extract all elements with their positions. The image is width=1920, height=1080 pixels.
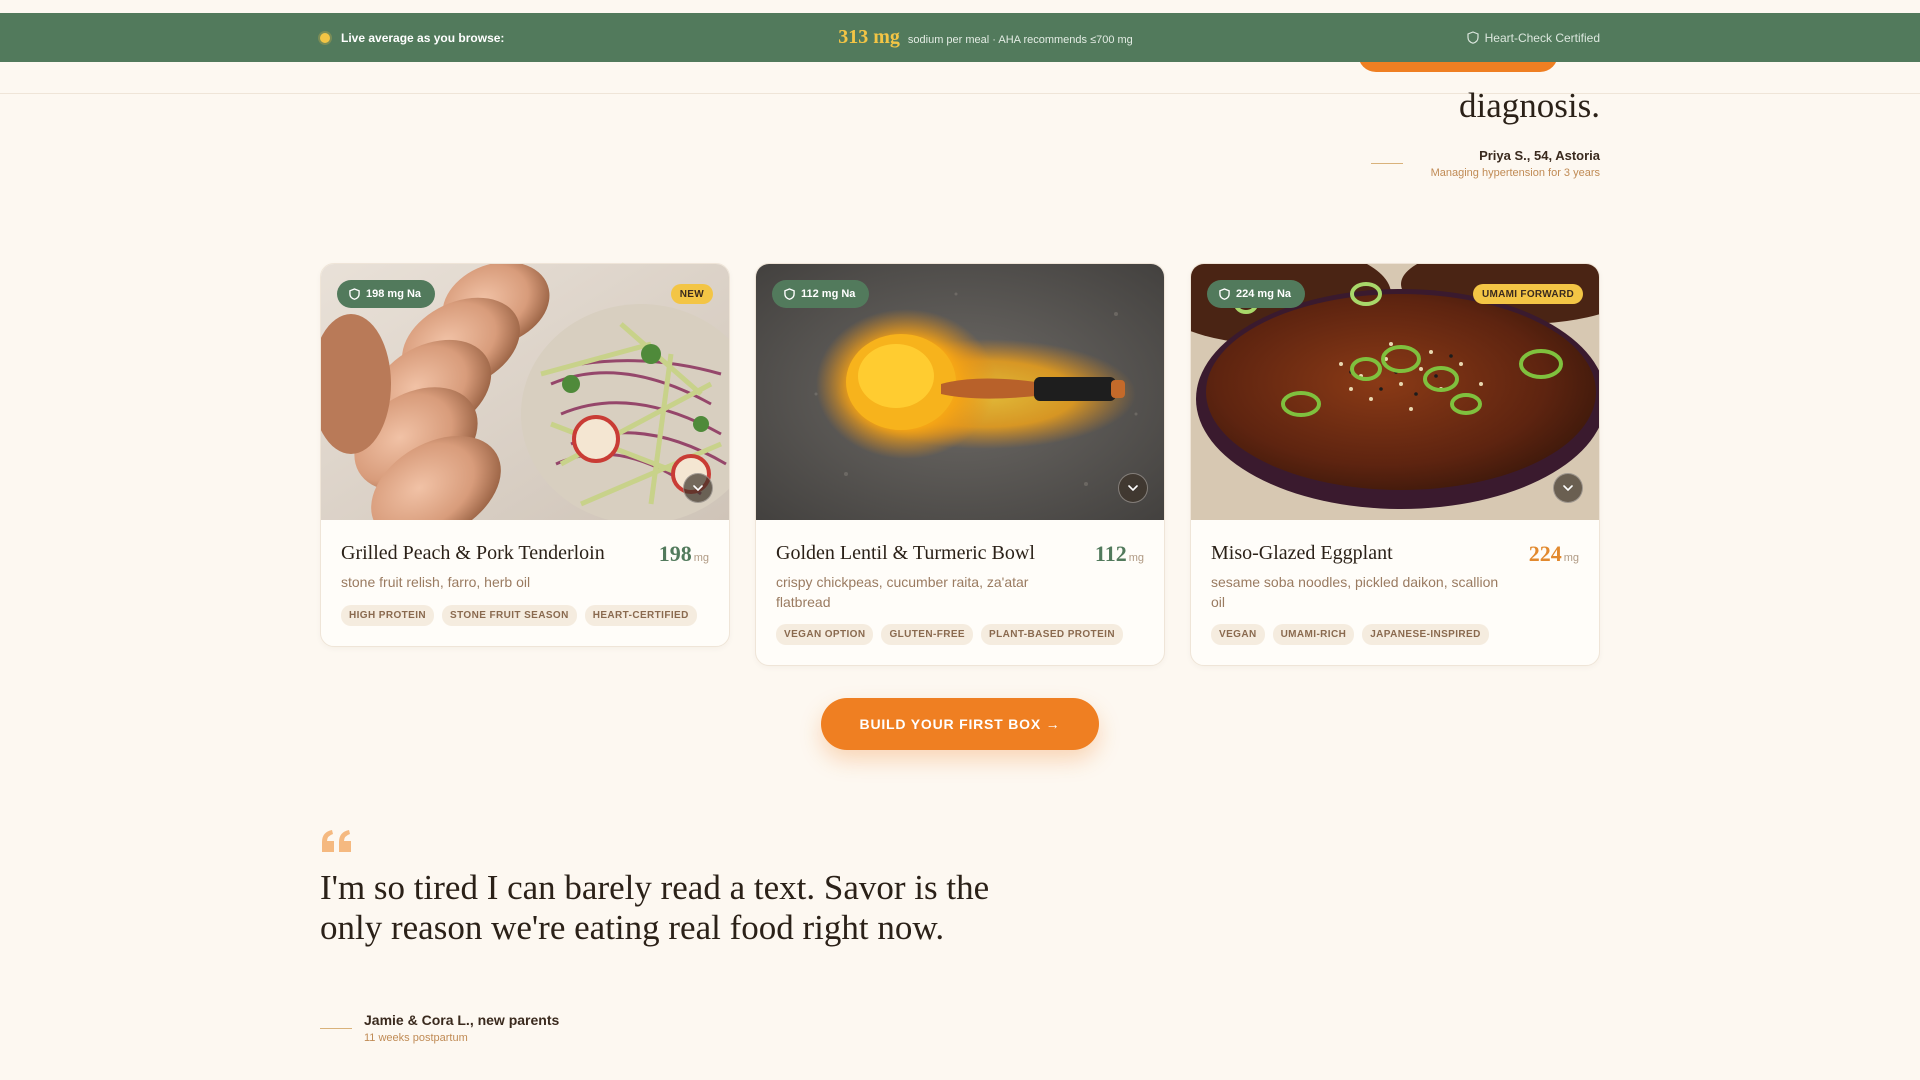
meal-subtitle: sesame soba noodles, pickled daikon, sca… <box>1211 574 1499 610</box>
meal-tags: HIGH PROTEIN STONE FRUIT SEASON HEART-CE… <box>341 604 709 626</box>
quote-mark-icon <box>320 828 354 859</box>
meal-sodium: 224 mg <box>1529 541 1579 567</box>
live-label-text: Live average as you browse: <box>341 30 505 45</box>
author-rule <box>1371 163 1403 164</box>
meal-sodium: 112 mg <box>1095 541 1144 567</box>
testimonial-quote-top: diagnosis. <box>1459 86 1600 125</box>
new-badge: NEW <box>670 284 713 304</box>
meal-photo: 112 mg Na <box>756 264 1164 520</box>
expand-details-button[interactable] <box>683 473 713 503</box>
certified-label: Heart-Check Certified <box>1484 30 1600 45</box>
meal-tag: HIGH PROTEIN <box>341 604 435 626</box>
meal-photo: 224 mg Na UMAMI FORWARD <box>1191 264 1599 520</box>
heart-check-certified: Heart-Check Certified <box>1467 31 1600 45</box>
sodium-badge: 224 mg Na <box>1207 280 1306 308</box>
meal-tag: PLANT-BASED PROTEIN <box>981 624 1123 646</box>
meal-tags: VEGAN UMAMI-RICH JAPANESE-INSPIRED <box>1211 624 1579 646</box>
meal-card[interactable]: 198 mg Na NEW Grilled Peach & Pork Tende… <box>320 263 730 647</box>
meal-sodium-unit: mg <box>1128 552 1144 564</box>
meal-sodium-unit: mg <box>693 552 709 564</box>
shield-icon <box>784 288 795 300</box>
meal-title: Miso-Glazed Eggplant <box>1211 542 1393 564</box>
meal-tag: GLUTEN-FREE <box>881 624 973 646</box>
meal-subtitle: crispy chickpeas, cucumber raita, za'ata… <box>776 574 1029 610</box>
meal-subtitle: stone fruit relish, farro, herb oil <box>341 574 531 590</box>
meal-photo: 198 mg Na NEW <box>321 264 729 520</box>
meal-tags: VEGAN OPTION GLUTEN-FREE PLANT-BASED PRO… <box>776 624 1144 646</box>
author-name: Priya S., 54, Astoria <box>1479 148 1600 163</box>
sodium-badge-text: 112 mg Na <box>801 288 856 300</box>
chevron-down-icon <box>1128 485 1138 491</box>
author-meta: 11 weeks postpartum <box>364 1032 468 1044</box>
shield-icon <box>1467 31 1479 44</box>
meal-sodium-value: 198 <box>658 541 692 566</box>
live-indicator-dot <box>320 32 330 43</box>
meal-card[interactable]: 112 mg Na Golden Lentil & Turmeric Bowl … <box>755 263 1165 667</box>
meal-title: Grilled Peach & Pork Tenderloin <box>341 542 605 564</box>
testimonial-quote: I'm so tired I can barely read a text. S… <box>320 868 990 947</box>
live-sodium-bar: Live average as you browse: 313 mg sodiu… <box>0 13 1920 62</box>
meal-tag: STONE FRUIT SEASON <box>442 604 577 626</box>
meal-sodium: 198 mg <box>659 541 709 567</box>
average-sodium-caption: sodium per meal · AHA recommends ≤700 mg <box>907 34 1133 46</box>
expand-details-button[interactable] <box>1553 473 1583 503</box>
meal-sodium-value: 112 <box>1094 541 1127 566</box>
expand-details-button[interactable] <box>1118 473 1148 503</box>
meal-tag: UMAMI-RICH <box>1272 624 1355 646</box>
sodium-badge-text: 224 mg Na <box>1236 288 1292 300</box>
meal-sodium-unit: mg <box>1563 552 1579 564</box>
author-name: Jamie & Cora L., new parents <box>364 1012 560 1028</box>
testimonial-author: Jamie & Cora L., new parents 11 weeks po… <box>364 1012 559 1044</box>
sodium-badge: 198 mg Na <box>337 280 436 308</box>
nav-divider <box>0 93 1920 94</box>
meal-card-list: 198 mg Na NEW Grilled Peach & Pork Tende… <box>320 263 1600 667</box>
meal-card[interactable]: 224 mg Na UMAMI FORWARD Miso-Glazed Eggp… <box>1190 263 1600 667</box>
sodium-badge: 112 mg Na <box>772 280 870 308</box>
average-readout: 313 mg sodium per meal · AHA recommends … <box>838 26 1133 49</box>
meal-title: Golden Lentil & Turmeric Bowl <box>776 542 1035 564</box>
author-rule <box>320 1028 352 1029</box>
chevron-down-icon <box>693 485 703 491</box>
meal-tag: HEART-CERTIFIED <box>584 604 697 626</box>
testimonial-author-top: Priya S., 54, Astoria Managing hypertens… <box>1431 148 1600 179</box>
shield-icon <box>349 288 360 300</box>
live-average-label: Live average as you browse: <box>320 31 504 45</box>
meal-sodium-value: 224 <box>1528 541 1562 566</box>
sodium-badge-text: 198 mg Na <box>366 288 422 300</box>
umami-forward-badge: UMAMI FORWARD <box>1472 284 1583 304</box>
shield-icon <box>1219 288 1230 300</box>
chevron-down-icon <box>1563 485 1573 491</box>
average-sodium-value: 313 mg <box>838 26 900 48</box>
author-meta: Managing hypertension for 3 years <box>1430 167 1600 179</box>
meal-tag: JAPANESE-INSPIRED <box>1362 624 1489 646</box>
meal-tag: VEGAN <box>1211 624 1265 646</box>
build-first-box-button[interactable]: BUILD YOUR FIRST BOX → <box>821 698 1099 750</box>
meal-tag: VEGAN OPTION <box>776 624 874 646</box>
